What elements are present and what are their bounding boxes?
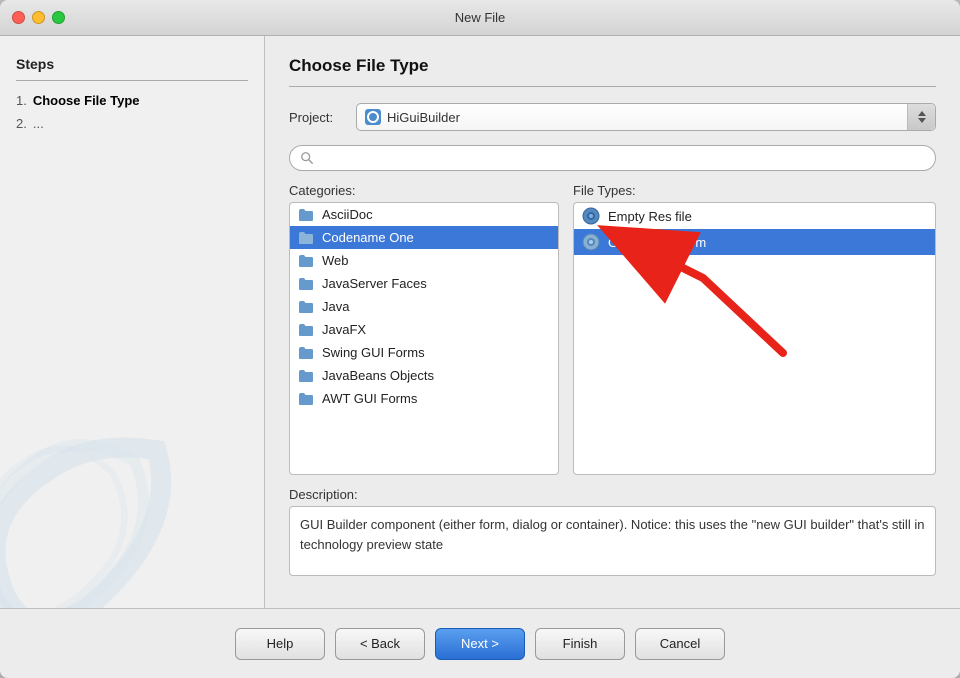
steps-heading: Steps [16, 56, 248, 81]
category-java[interactable]: Java [290, 295, 558, 318]
category-web[interactable]: Web [290, 249, 558, 272]
category-swing-label: Swing GUI Forms [322, 345, 425, 360]
step-2-label: ... [33, 116, 44, 131]
category-javabeans-label: JavaBeans Objects [322, 368, 434, 383]
title-bar: New File [0, 0, 960, 36]
category-awt-label: AWT GUI Forms [322, 391, 417, 406]
category-javabeans[interactable]: JavaBeans Objects [290, 364, 558, 387]
step-1-label: Choose File Type [33, 93, 140, 108]
arrow-up-icon [918, 111, 926, 116]
category-asciidoc[interactable]: AsciiDoc [290, 203, 558, 226]
category-codename-one[interactable]: Codename One [290, 226, 558, 249]
finish-button[interactable]: Finish [535, 628, 625, 660]
window: New File Steps 1. Choose File Type 2. ..… [0, 0, 960, 678]
filetype-icon [582, 207, 600, 225]
folder-icon [298, 208, 314, 222]
search-input[interactable] [320, 151, 925, 165]
filetype-empty-res-label: Empty Res file [608, 209, 692, 224]
category-java-label: Java [322, 299, 349, 314]
folder-icon [298, 277, 314, 291]
search-icon [300, 151, 314, 165]
close-button[interactable] [12, 11, 25, 24]
category-codename-one-label: Codename One [322, 230, 414, 245]
back-button[interactable]: < Back [335, 628, 425, 660]
description-section: Description: GUI Builder component (eith… [289, 487, 936, 576]
category-javafx[interactable]: JavaFX [290, 318, 558, 341]
step-2-number: 2. [16, 116, 27, 131]
footer: Help < Back Next > Finish Cancel [0, 608, 960, 678]
content-area: Steps 1. Choose File Type 2. ... [0, 36, 960, 608]
folder-icon [298, 323, 314, 337]
folder-icon [298, 254, 314, 268]
folder-icon [298, 369, 314, 383]
category-jsf-label: JavaServer Faces [322, 276, 427, 291]
window-title: New File [455, 10, 506, 25]
category-web-label: Web [322, 253, 349, 268]
step-1-number: 1. [16, 93, 27, 108]
category-javafx-label: JavaFX [322, 322, 366, 337]
filetypes-section: File Types: Empty Res file [573, 183, 936, 475]
filetypes-label: File Types: [573, 183, 936, 198]
step-1: 1. Choose File Type [16, 93, 248, 108]
search-row [289, 145, 936, 171]
category-asciidoc-label: AsciiDoc [322, 207, 373, 222]
category-jsf[interactable]: JavaServer Faces [290, 272, 558, 295]
categories-list[interactable]: AsciiDoc Codename One Web [289, 202, 559, 475]
project-label: Project: [289, 110, 344, 125]
steps-list: 1. Choose File Type 2. ... [16, 93, 248, 131]
description-label: Description: [289, 487, 936, 502]
categories-section: Categories: AsciiDoc Codenam [289, 183, 559, 475]
step-2: 2. ... [16, 116, 248, 131]
filetypes-list[interactable]: Empty Res file Gui Builder Form [573, 202, 936, 475]
arrow-down-icon [918, 118, 926, 123]
main-panel: Choose File Type Project: HiGuiBuilder [265, 36, 960, 608]
folder-icon [298, 346, 314, 360]
project-value: HiGuiBuilder [387, 110, 460, 125]
folder-icon [298, 231, 314, 245]
maximize-button[interactable] [52, 11, 65, 24]
filetype-empty-res[interactable]: Empty Res file [574, 203, 935, 229]
project-icon [365, 109, 381, 125]
steps-panel: Steps 1. Choose File Type 2. ... [0, 36, 265, 608]
panel-title: Choose File Type [289, 56, 936, 87]
filetype-gui-builder-label: Gui Builder Form [608, 235, 706, 250]
folder-icon [298, 392, 314, 406]
filetype-icon [582, 233, 600, 251]
lists-row: Categories: AsciiDoc Codenam [289, 183, 936, 475]
category-awt[interactable]: AWT GUI Forms [290, 387, 558, 410]
traffic-lights [12, 11, 65, 24]
project-row: Project: HiGuiBuilder [289, 103, 936, 131]
watermark [0, 428, 210, 608]
select-arrow-icon [907, 104, 935, 130]
cancel-button[interactable]: Cancel [635, 628, 725, 660]
folder-icon [298, 300, 314, 314]
help-button[interactable]: Help [235, 628, 325, 660]
next-button[interactable]: Next > [435, 628, 525, 660]
project-selector[interactable]: HiGuiBuilder [356, 103, 936, 131]
filetype-gui-builder[interactable]: Gui Builder Form [574, 229, 935, 255]
category-swing[interactable]: Swing GUI Forms [290, 341, 558, 364]
description-text: GUI Builder component (either form, dial… [289, 506, 936, 576]
minimize-button[interactable] [32, 11, 45, 24]
categories-label: Categories: [289, 183, 559, 198]
search-box [289, 145, 936, 171]
